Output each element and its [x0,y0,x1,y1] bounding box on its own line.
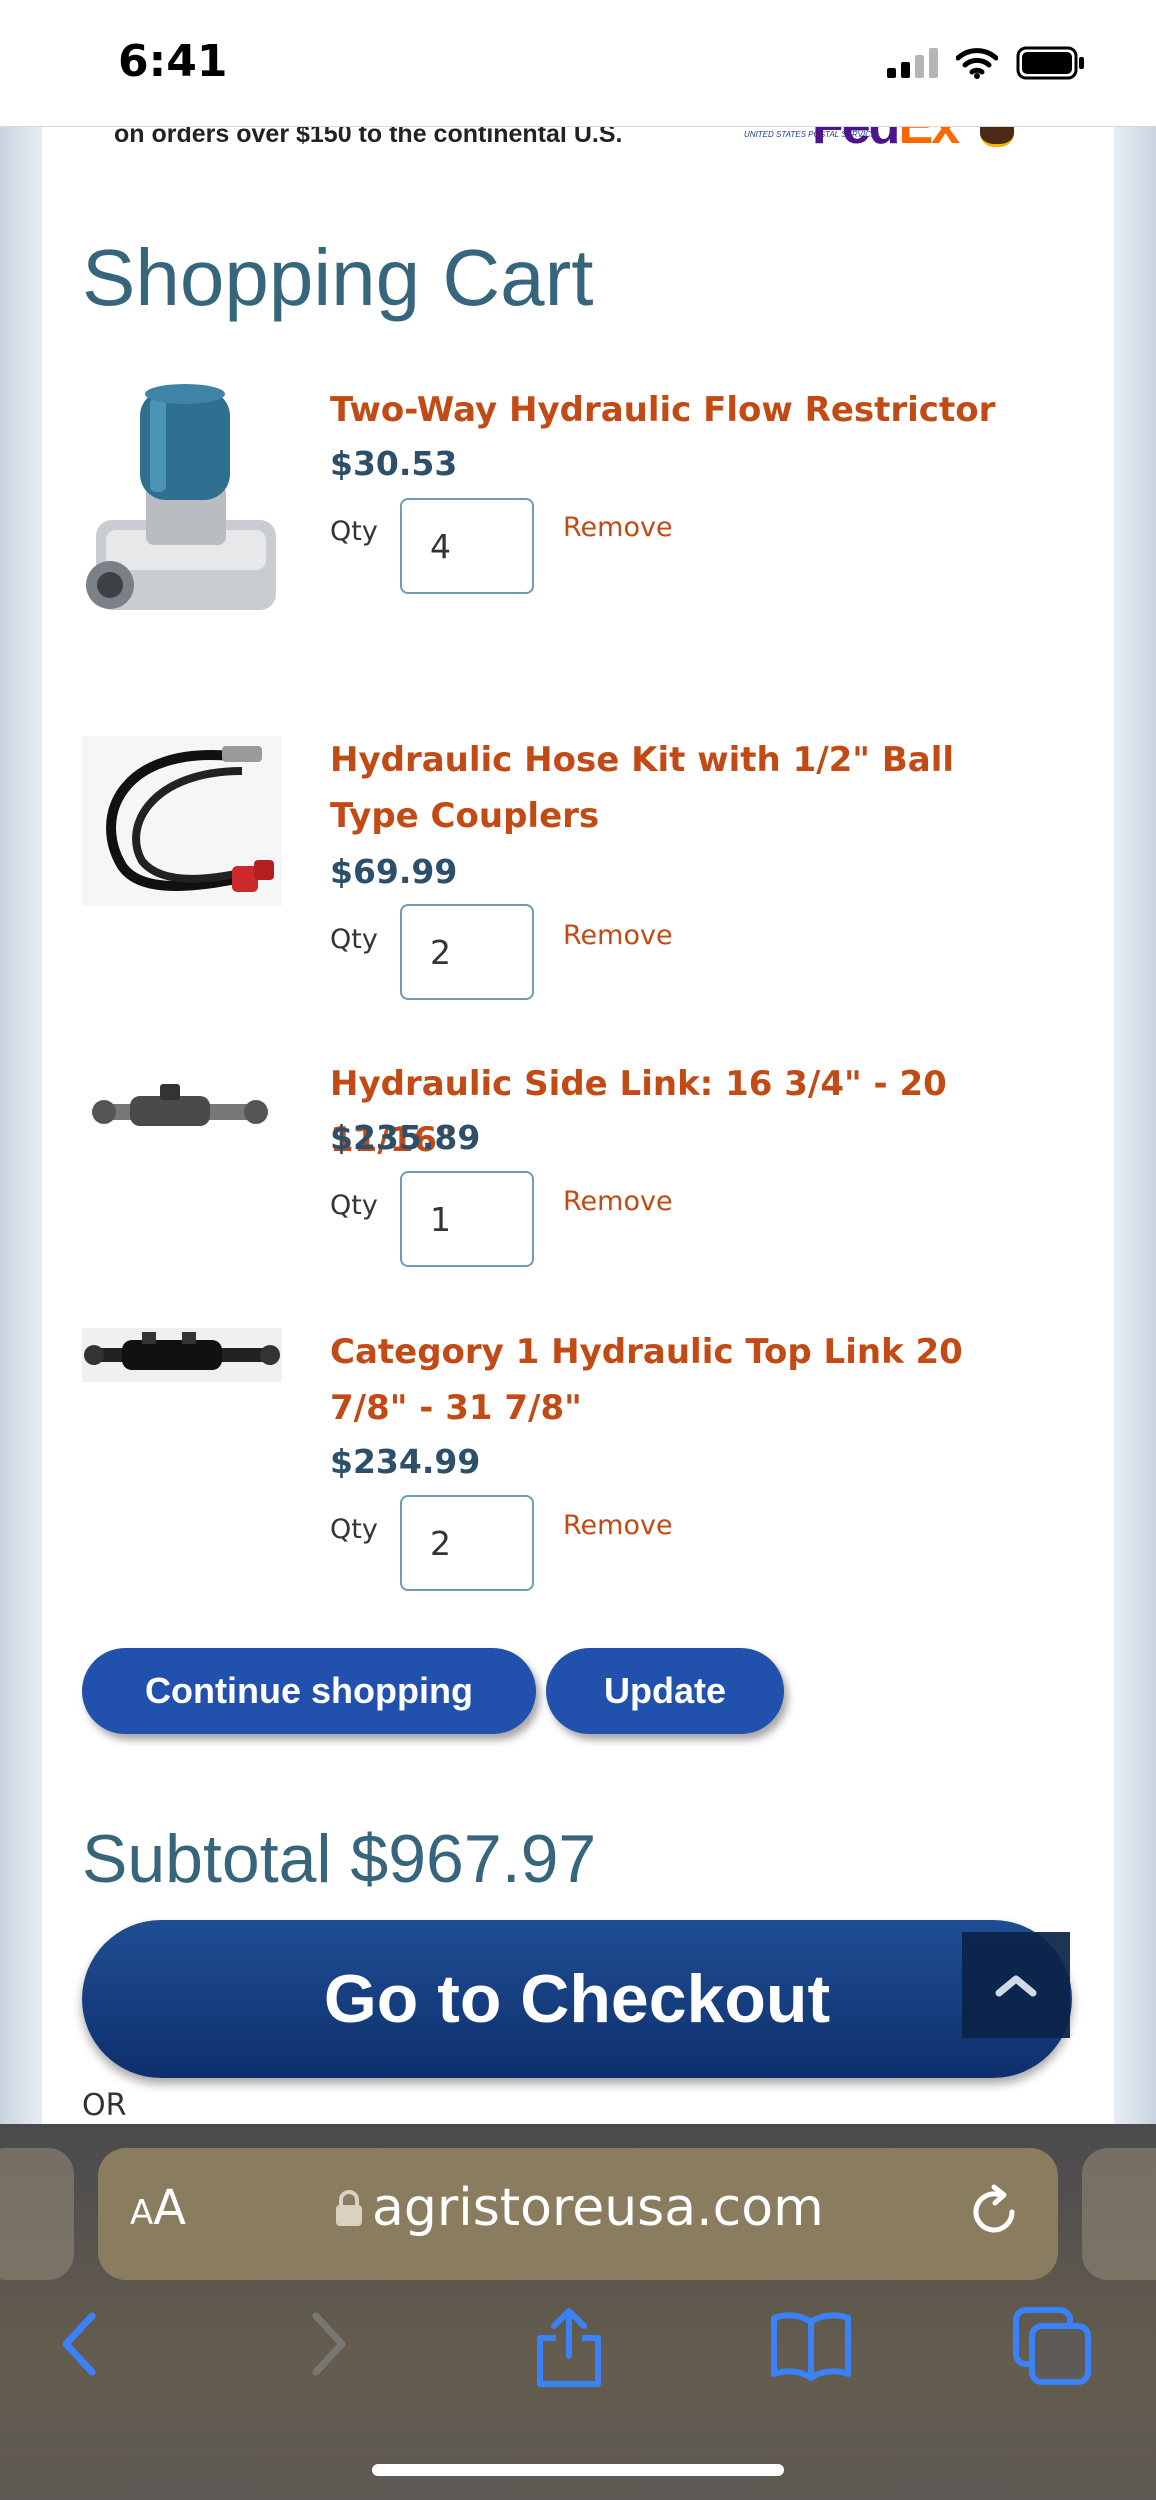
reader-settings-button[interactable]: AA [130,2180,186,2236]
remove-link[interactable]: Remove [563,512,673,543]
status-icons [887,46,1086,80]
next-tab-preview[interactable] [1082,2148,1156,2280]
remove-link[interactable]: Remove [563,1186,673,1217]
url-display[interactable]: agristoreusa.com [334,2178,824,2238]
item-name-link[interactable]: Hydraulic Hose Kit with 1/2" Ball Type C… [330,732,1030,844]
back-icon[interactable] [52,2304,112,2384]
aa-small: A [130,2193,154,2233]
aa-large: A [153,2180,187,2236]
remove-link[interactable]: Remove [563,1510,673,1541]
item-image-top-link[interactable] [82,1328,282,1382]
qty-label: Qty [330,1190,378,1221]
forward-icon[interactable] [296,2304,356,2384]
home-indicator [372,2464,784,2476]
qty-input[interactable] [400,498,534,594]
subtotal: Subtotal $967.97 [82,1821,597,1897]
qty-input[interactable] [400,1171,534,1267]
continue-shopping-button[interactable]: Continue shopping [82,1648,536,1734]
item-name-link[interactable]: Category 1 Hydraulic Top Link 20 7/8" - … [330,1324,1030,1436]
battery-icon [1016,46,1084,80]
item-image-side-link[interactable] [90,1070,270,1150]
back-to-top-button[interactable] [962,1932,1070,2038]
status-time: 6:41 [118,36,228,87]
qty-label: Qty [330,924,378,955]
bookmarks-icon[interactable] [768,2304,854,2384]
url-text: agristoreusa.com [372,2178,824,2238]
item-price: $69.99 [330,852,458,891]
status-bar: 6:41 [0,0,1156,127]
item-price: $30.53 [330,444,458,483]
item-price: $235.89 [330,1118,481,1157]
checkout-button[interactable]: Go to Checkout [82,1920,1072,2078]
qty-label: Qty [330,1514,378,1545]
update-button[interactable]: Update [546,1648,784,1734]
reload-icon[interactable] [964,2182,1024,2242]
browser-chrome: AA agristoreusa.com [0,2124,1156,2500]
lock-icon [336,2190,362,2226]
qty-label: Qty [330,516,378,547]
qty-input[interactable] [400,904,534,1000]
item-image-flow-restrictor[interactable] [86,380,282,650]
qty-input[interactable] [400,1495,534,1591]
wifi-icon [956,48,998,79]
previous-tab-preview[interactable] [0,2148,74,2280]
or-divider-text: OR [82,2088,127,2123]
signal-icon [887,48,938,78]
chevron-up-icon [995,1975,1037,1997]
share-icon[interactable] [532,2304,606,2388]
page-title: Shopping Cart [82,233,594,322]
item-image-hose-kit[interactable] [82,736,282,906]
remove-link[interactable]: Remove [563,920,673,951]
tabs-icon[interactable] [1010,2304,1094,2388]
item-price: $234.99 [330,1442,481,1481]
item-name-link[interactable]: Two-Way Hydraulic Flow Restrictor [330,382,1030,438]
